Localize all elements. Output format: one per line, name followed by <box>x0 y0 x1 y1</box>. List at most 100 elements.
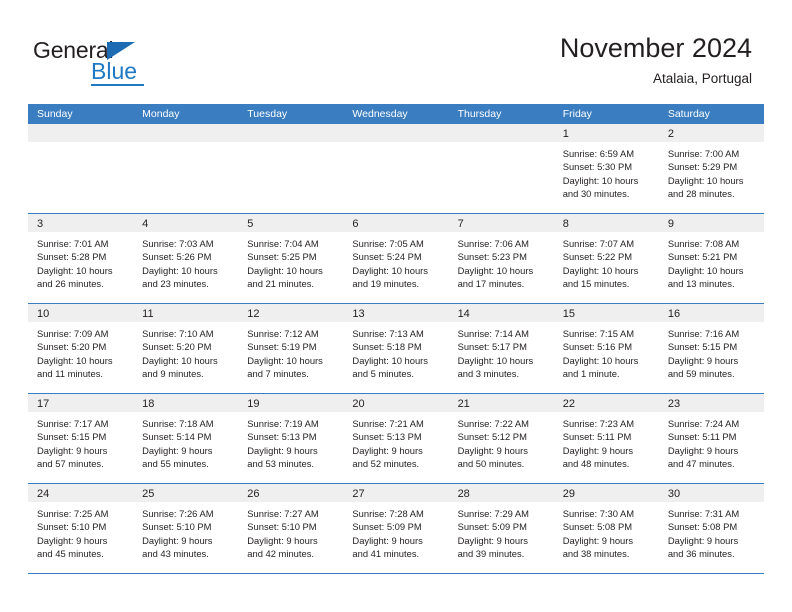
daylight-duration-line2: and 30 minutes. <box>562 188 630 200</box>
weekday-header-friday: Friday <box>562 108 592 120</box>
day-details: Sunrise: 7:16 AM Sunset: 5:15 PM Daylight:… <box>659 322 764 381</box>
sunrise-time: Sunrise: 7:17 AM <box>37 418 109 429</box>
daylight-duration-line2: and 28 minutes. <box>667 188 735 200</box>
calendar-day-cell[interactable]: 11 Sunrise: 7:10 AM Sunset: 5:20 PM Dayligh… <box>133 304 239 393</box>
day-number-strip: 21 <box>448 394 554 412</box>
day-number: 22 <box>562 398 575 410</box>
calendar-day-cell[interactable]: 8 Sunrise: 7:07 AM Sunset: 5:22 PM Daylight… <box>553 214 659 303</box>
calendar-day-cell[interactable]: 9 Sunrise: 7:08 AM Sunset: 5:21 PM Daylight… <box>658 214 764 303</box>
daylight-duration-line2: and 42 minutes. <box>247 548 314 560</box>
sunset-time: Sunset: 5:16 PM <box>562 341 633 353</box>
sunset-time: Sunset: 5:10 PM <box>142 521 212 533</box>
day-details: Sunrise: 7:29 AM Sunset: 5:09 PM Daylight:… <box>449 502 554 561</box>
day-number: 6 <box>352 218 359 230</box>
day-details: Sunrise: 7:18 AM Sunset: 5:14 PM Daylight:… <box>133 412 238 471</box>
calendar-day-cell[interactable]: 30 Sunrise: 7:31 AM Sunset: 5:08 PM Dayligh… <box>658 484 764 573</box>
day-details: Sunrise: 7:08 AM Sunset: 5:21 PM Daylight:… <box>659 232 764 291</box>
calendar-day-cell[interactable]: 12 Sunrise: 7:12 AM Sunset: 5:19 PM Dayligh… <box>238 304 344 393</box>
day-number: 19 <box>247 398 260 410</box>
calendar-day-cell[interactable]: 20 Sunrise: 7:21 AM Sunset: 5:13 PM Dayligh… <box>343 394 449 483</box>
day-details: Sunrise: 6:59 AM Sunset: 5:30 PM Daylight:… <box>554 142 659 201</box>
page-subtitle-location: Atalaia, Portugal <box>652 71 752 86</box>
calendar-day-cell[interactable]: 5 Sunrise: 7:04 AM Sunset: 5:25 PM Daylight… <box>238 214 344 303</box>
daylight-duration-line1: Daylight: 10 hours <box>247 264 323 276</box>
daylight-duration-line1: Daylight: 10 hours <box>562 354 639 366</box>
daylight-duration-line1: Daylight: 9 hours <box>247 444 318 456</box>
daylight-duration-line2: and 38 minutes. <box>562 548 630 560</box>
day-number: 28 <box>457 488 470 500</box>
daylight-duration-line1: Daylight: 10 hours <box>142 354 218 366</box>
calendar-week-row: 17 Sunrise: 7:17 AM Sunset: 5:15 PM Dayligh… <box>28 394 764 484</box>
daylight-duration-line2: and 55 minutes. <box>142 458 209 470</box>
sunrise-time: Sunrise: 7:28 AM <box>352 508 424 519</box>
calendar-day-cell-empty <box>238 124 344 213</box>
calendar-day-cell[interactable]: 26 Sunrise: 7:27 AM Sunset: 5:10 PM Dayligh… <box>238 484 344 573</box>
calendar-day-cell[interactable]: 7 Sunrise: 7:06 AM Sunset: 5:23 PM Daylight… <box>448 214 554 303</box>
calendar-day-cell[interactable]: 17 Sunrise: 7:17 AM Sunset: 5:15 PM Dayligh… <box>28 394 134 483</box>
calendar-day-cell[interactable]: 6 Sunrise: 7:05 AM Sunset: 5:24 PM Daylight… <box>343 214 449 303</box>
daylight-duration-line1: Daylight: 9 hours <box>457 534 528 546</box>
daylight-duration-line1: Daylight: 10 hours <box>37 264 113 276</box>
calendar-day-cell[interactable]: 28 Sunrise: 7:29 AM Sunset: 5:09 PM Dayligh… <box>448 484 554 573</box>
calendar-day-cell[interactable]: 15 Sunrise: 7:15 AM Sunset: 5:16 PM Dayligh… <box>553 304 659 393</box>
calendar-day-cell[interactable]: 29 Sunrise: 7:30 AM Sunset: 5:08 PM Dayligh… <box>553 484 659 573</box>
day-number: 24 <box>37 488 50 500</box>
daylight-duration-line1: Daylight: 10 hours <box>457 354 534 366</box>
calendar-day-cell[interactable]: 22 Sunrise: 7:23 AM Sunset: 5:11 PM Dayligh… <box>553 394 659 483</box>
day-number-strip: 28 <box>448 484 554 502</box>
calendar-day-cell[interactable]: 14 Sunrise: 7:14 AM Sunset: 5:17 PM Dayligh… <box>448 304 554 393</box>
calendar-day-cell[interactable]: 2 Sunrise: 7:00 AM Sunset: 5:29 PM Daylight… <box>658 124 764 213</box>
generalblue-logo[interactable]: General Blue <box>33 38 213 86</box>
day-number: 7 <box>457 218 464 230</box>
calendar-day-cell[interactable]: 23 Sunrise: 7:24 AM Sunset: 5:11 PM Dayligh… <box>658 394 764 483</box>
day-number-strip: 12 <box>238 304 344 322</box>
sunset-time: Sunset: 5:08 PM <box>667 521 738 533</box>
daylight-duration-line2: and 39 minutes. <box>457 548 525 560</box>
day-details: Sunrise: 7:10 AM Sunset: 5:20 PM Daylight:… <box>133 322 238 381</box>
day-number: 27 <box>352 488 365 500</box>
sunset-time: Sunset: 5:10 PM <box>247 521 317 533</box>
calendar-day-cell-empty <box>28 124 134 213</box>
calendar-day-cell[interactable]: 21 Sunrise: 7:22 AM Sunset: 5:12 PM Dayligh… <box>448 394 554 483</box>
day-number: 25 <box>142 488 155 500</box>
day-number-strip: 4 <box>133 214 239 232</box>
daylight-duration-line2: and 1 minute. <box>562 368 620 380</box>
day-details: Sunrise: 7:28 AM Sunset: 5:09 PM Daylight:… <box>343 502 448 561</box>
daylight-duration-line2: and 21 minutes. <box>247 278 314 290</box>
day-number: 12 <box>247 308 260 320</box>
calendar-day-cell[interactable]: 19 Sunrise: 7:19 AM Sunset: 5:13 PM Dayligh… <box>238 394 344 483</box>
sunrise-time: Sunrise: 7:00 AM <box>667 148 740 159</box>
day-number: 8 <box>562 218 569 230</box>
sunset-time: Sunset: 5:20 PM <box>142 341 212 353</box>
calendar-day-cell[interactable]: 27 Sunrise: 7:28 AM Sunset: 5:09 PM Dayligh… <box>343 484 449 573</box>
day-details: Sunrise: 7:06 AM Sunset: 5:23 PM Daylight:… <box>449 232 554 291</box>
sunrise-time: Sunrise: 7:07 AM <box>562 238 635 249</box>
calendar-day-cell[interactable]: 10 Sunrise: 7:09 AM Sunset: 5:20 PM Dayligh… <box>28 304 134 393</box>
calendar-day-cell[interactable]: 4 Sunrise: 7:03 AM Sunset: 5:26 PM Daylight… <box>133 214 239 303</box>
day-details: Sunrise: 7:01 AM Sunset: 5:28 PM Daylight:… <box>28 232 133 291</box>
calendar-day-cell[interactable]: 24 Sunrise: 7:25 AM Sunset: 5:10 PM Dayligh… <box>28 484 134 573</box>
calendar-day-cell[interactable]: 16 Sunrise: 7:16 AM Sunset: 5:15 PM Dayligh… <box>658 304 764 393</box>
daylight-duration-line2: and 17 minutes. <box>457 278 525 290</box>
sunrise-time: Sunrise: 7:10 AM <box>142 328 214 339</box>
sunrise-time: Sunrise: 7:18 AM <box>142 418 214 429</box>
daylight-duration-line2: and 15 minutes. <box>562 278 630 290</box>
calendar-day-cell[interactable]: 3 Sunrise: 7:01 AM Sunset: 5:28 PM Daylight… <box>28 214 134 303</box>
day-number: 17 <box>37 398 50 410</box>
calendar-day-cell[interactable]: 18 Sunrise: 7:18 AM Sunset: 5:14 PM Dayligh… <box>133 394 239 483</box>
sunrise-time: Sunrise: 7:31 AM <box>667 508 740 519</box>
day-details: Sunrise: 7:27 AM Sunset: 5:10 PM Daylight:… <box>238 502 343 561</box>
calendar-day-cell[interactable]: 25 Sunrise: 7:26 AM Sunset: 5:10 PM Dayligh… <box>133 484 239 573</box>
sunset-time: Sunset: 5:17 PM <box>457 341 527 353</box>
day-number-strip: 7 <box>448 214 554 232</box>
day-number-strip: 26 <box>238 484 344 502</box>
day-number-strip: 2 <box>658 124 764 142</box>
calendar-day-cell[interactable]: 1 Sunrise: 6:59 AM Sunset: 5:30 PM Daylight… <box>553 124 659 213</box>
day-number: 3 <box>37 218 44 230</box>
calendar-day-cell[interactable]: 13 Sunrise: 7:13 AM Sunset: 5:18 PM Dayligh… <box>343 304 449 393</box>
sunrise-time: Sunrise: 7:14 AM <box>457 328 529 339</box>
sunrise-time: Sunrise: 7:01 AM <box>37 238 109 249</box>
sunset-time: Sunset: 5:26 PM <box>142 251 212 263</box>
sunrise-time: Sunrise: 6:59 AM <box>562 148 635 159</box>
calendar-week-row: 1 Sunrise: 6:59 AM Sunset: 5:30 PM Daylight… <box>28 124 764 214</box>
